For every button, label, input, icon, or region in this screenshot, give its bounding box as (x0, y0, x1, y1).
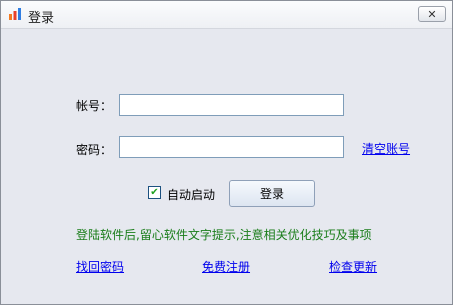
auto-start-label[interactable]: 自动启动 (167, 186, 215, 203)
check-update-link[interactable]: 检查更新 (329, 258, 377, 275)
password-input[interactable] (119, 136, 344, 158)
hint-text: 登陆软件后,留心软件文字提示,注意相关优化技巧及事项 (76, 228, 372, 242)
clear-account-link[interactable]: 清空账号 (362, 140, 410, 157)
free-register-link[interactable]: 免费注册 (202, 258, 250, 275)
login-button[interactable]: 登录 (229, 180, 315, 207)
window-title: 登录 (28, 11, 55, 26)
close-icon: ✕ (427, 7, 437, 21)
account-label: 帐号： (76, 99, 113, 113)
auto-start-checkbox[interactable]: ✔ (148, 186, 161, 199)
retrieve-password-link[interactable]: 找回密码 (76, 258, 124, 275)
checkmark-icon: ✔ (150, 186, 159, 198)
title-bar[interactable]: 登录 ✕ (1, 1, 452, 29)
account-input[interactable] (119, 94, 344, 116)
bar-chart-app-icon (9, 8, 21, 20)
password-label: 密码： (76, 143, 113, 157)
close-button[interactable]: ✕ (418, 6, 446, 22)
